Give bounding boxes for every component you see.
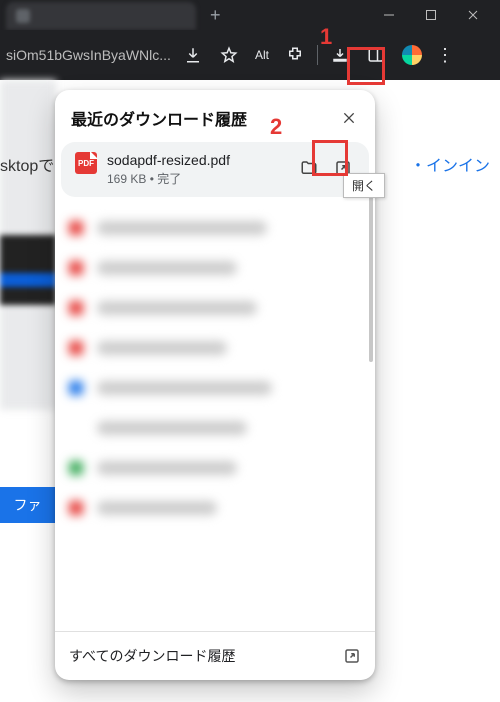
kebab-menu-icon[interactable]: ⋮ <box>434 45 456 66</box>
download-list-blurred <box>55 197 375 515</box>
popover-title: 最近のダウンロード履歴 <box>71 106 247 130</box>
tooltip-open: 開く <box>343 173 385 198</box>
annotation-box-1 <box>347 47 385 85</box>
alt-label: Alt <box>251 46 273 64</box>
extensions-icon[interactable] <box>281 41 309 69</box>
list-item <box>69 381 361 395</box>
close-window-button[interactable] <box>452 0 494 30</box>
download-filename: sodapdf-resized.pdf <box>107 152 283 168</box>
annotation-number-1: 1 <box>320 24 332 50</box>
list-item <box>69 221 361 235</box>
popover-header: 最近のダウンロード履歴 <box>55 90 375 142</box>
scrollbar[interactable] <box>369 192 373 362</box>
bg-text: sktopで <box>0 152 54 176</box>
new-tab-button[interactable]: + <box>204 2 227 28</box>
browser-tab[interactable] <box>6 2 196 30</box>
popover-close-button[interactable] <box>335 104 363 132</box>
bg-signin-link[interactable]: ・インイン <box>410 152 490 176</box>
download-meta: 169 KB • 完了 <box>107 170 283 187</box>
list-item <box>69 501 361 515</box>
list-item <box>69 301 361 315</box>
tab-strip: + <box>6 0 227 30</box>
download-text: sodapdf-resized.pdf 169 KB • 完了 <box>107 152 283 187</box>
browser-toolbar: siOm51bGwsInByaWNlc... Alt ⋮ <box>0 30 500 80</box>
profile-avatar[interactable] <box>398 41 426 69</box>
favicon <box>16 9 30 23</box>
address-bar-fragment[interactable]: siOm51bGwsInByaWNlc... <box>6 47 171 63</box>
annotation-number-2: 2 <box>270 114 282 140</box>
pdf-file-icon: PDF <box>75 152 97 174</box>
minimize-button[interactable] <box>368 0 410 30</box>
downloads-indicator-icon[interactable] <box>179 41 207 69</box>
window-titlebar: + <box>0 0 500 30</box>
list-item <box>69 461 361 475</box>
list-item <box>69 261 361 275</box>
bg-primary-button[interactable]: ファ <box>0 487 55 523</box>
open-external-icon <box>343 647 361 665</box>
list-item <box>69 341 361 355</box>
footer-label: すべてのダウンロード履歴 <box>69 646 235 666</box>
window-controls <box>368 0 494 30</box>
separator <box>317 45 318 65</box>
popover-body: PDF sodapdf-resized.pdf 169 KB • 完了 <box>55 142 375 631</box>
list-item <box>69 421 361 435</box>
bookmark-star-icon[interactable] <box>215 41 243 69</box>
annotation-box-2 <box>312 140 348 176</box>
bg-thumbnail <box>0 235 56 305</box>
downloads-popover: 最近のダウンロード履歴 PDF sodapdf-resized.pdf 169 … <box>55 90 375 680</box>
all-downloads-link[interactable]: すべてのダウンロード履歴 <box>55 631 375 680</box>
maximize-button[interactable] <box>410 0 452 30</box>
